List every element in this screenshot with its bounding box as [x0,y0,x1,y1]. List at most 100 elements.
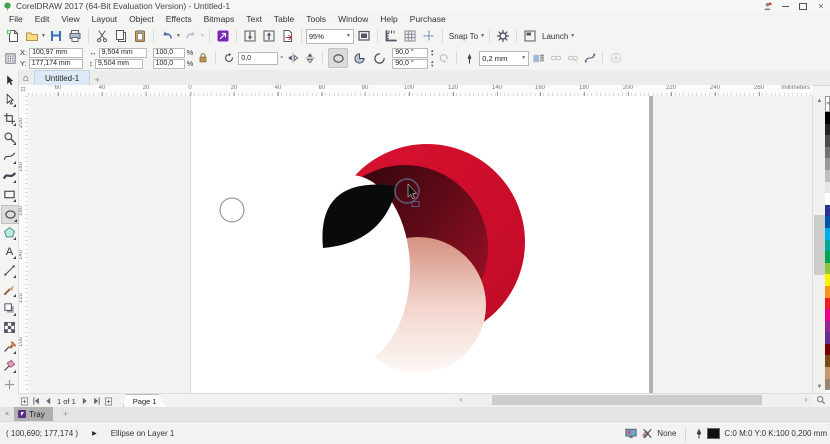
color-eyedropper-tool[interactable] [1,338,17,355]
transparency-tool[interactable] [1,319,17,336]
launch-button[interactable]: Launch [542,32,568,41]
scale-y-field[interactable]: 100,0 [152,58,185,69]
horizontal-scrollbar-thumb[interactable] [492,395,762,405]
search-content-icon[interactable] [214,27,232,45]
artistic-media-tool[interactable] [1,167,17,184]
restore-button[interactable] [794,1,812,11]
connector-tool[interactable] [1,281,17,298]
color-swatch[interactable] [825,239,830,252]
color-palette[interactable]: ✕ [825,96,830,393]
freehand-tool[interactable] [1,148,17,165]
outline-color-swatch[interactable] [707,428,721,439]
wrap-text-icon[interactable] [531,50,546,66]
undo-dropdown-icon[interactable]: ▼ [176,33,181,39]
details-arrow-icon[interactable]: ▶ [92,430,97,437]
export-icon[interactable] [260,27,278,45]
color-swatch[interactable] [825,320,830,333]
menu-item-tools[interactable]: Tools [300,13,332,25]
import-icon[interactable] [241,27,259,45]
color-swatch[interactable] [825,227,830,240]
options-gear-icon[interactable] [494,27,512,45]
minimize-button[interactable] [776,1,794,11]
new-document-tab-button[interactable]: + [90,75,104,85]
tray-add-icon[interactable]: + [63,409,68,419]
color-swatch[interactable] [825,146,830,159]
arc-end-angle-field[interactable]: 90,0 ° [392,58,429,69]
new-document-icon[interactable] [4,27,22,45]
redo-icon[interactable] [182,27,200,45]
print-icon[interactable] [66,27,84,45]
zoom-tool[interactable] [1,129,17,146]
zoom-level-combobox[interactable]: 95% ▼ [305,28,354,44]
menu-item-layout[interactable]: Layout [86,13,124,25]
add-page-after-icon[interactable] [103,395,115,407]
vertical-scrollbar-thumb[interactable] [814,215,825,275]
undo-icon[interactable] [158,27,176,45]
publish-pdf-icon[interactable] [279,27,297,45]
drawing-canvas[interactable] [28,96,812,393]
color-swatch[interactable] [825,158,830,170]
x-position-field[interactable]: 100,97 mm [29,47,84,58]
color-swatch[interactable] [825,309,830,321]
color-swatch[interactable] [825,378,830,391]
show-grid-icon[interactable] [401,27,419,45]
menu-item-table[interactable]: Table [268,13,300,25]
no-color-swatch[interactable]: ✕ [825,96,830,112]
open-dropdown-icon[interactable]: ▼ [41,33,46,39]
arc-mode-button[interactable] [370,49,388,67]
color-swatch[interactable] [825,274,830,286]
redo-dropdown-icon[interactable]: ▼ [200,33,205,39]
previous-page-icon[interactable] [42,395,54,407]
snap-to-button[interactable]: Snap To [449,32,478,41]
convert-to-curves-icon[interactable] [582,50,597,66]
page-1-tab[interactable]: Page 1 [123,394,167,408]
next-page-icon[interactable] [79,395,91,407]
color-swatch[interactable] [825,355,830,368]
color-swatch[interactable] [825,285,830,298]
color-swatch[interactable] [825,135,830,147]
interactive-fill-tool[interactable] [1,357,17,374]
tray-close-icon[interactable]: × [0,411,14,418]
color-settings-icon[interactable] [625,428,637,439]
color-swatch[interactable] [825,204,830,217]
paste-icon[interactable] [131,27,149,45]
horizontal-scrollbar[interactable]: ‹ › [455,394,812,406]
dimension-tool[interactable] [1,262,17,279]
shape-tool[interactable] [1,91,17,108]
show-guidelines-icon[interactable] [420,27,438,45]
menu-item-file[interactable]: File [3,13,29,25]
customize-toolbox-button[interactable] [1,376,17,393]
launch-icon[interactable] [521,27,539,45]
close-button[interactable]: × [812,1,830,11]
color-swatch[interactable] [825,251,830,263]
ellipse-tool[interactable] [1,205,19,224]
rotation-angle-field[interactable]: 0,0 [238,51,279,65]
outline-pen-status-icon[interactable] [695,428,703,439]
polygon-tool[interactable] [1,224,17,241]
first-page-icon[interactable] [30,395,42,407]
text-tool[interactable]: A [1,243,17,260]
full-screen-preview-icon[interactable] [355,27,373,45]
save-icon[interactable] [47,27,65,45]
cut-icon[interactable] [93,27,111,45]
color-swatch[interactable] [825,367,830,379]
pie-mode-button[interactable] [350,49,368,67]
arc-start-spinner[interactable]: ▲ ▼ [430,48,434,57]
menu-item-object[interactable]: Object [123,13,160,25]
color-swatch[interactable] [825,123,830,136]
color-swatch[interactable] [825,193,830,205]
snap-to-dropdown-icon[interactable]: ▼ [480,33,485,39]
launch-dropdown-icon[interactable]: ▼ [570,33,575,39]
scroll-left-icon[interactable]: ‹ [455,394,467,406]
rectangle-tool[interactable] [1,186,17,203]
lock-ratio-icon[interactable] [195,50,210,66]
menu-item-purchase[interactable]: Purchase [404,13,452,25]
menu-item-text[interactable]: Text [240,13,268,25]
pick-tool[interactable] [1,72,17,89]
menu-item-effects[interactable]: Effects [160,13,198,25]
object-height-field[interactable]: 9,504 mm [94,58,143,69]
drop-shadow-tool[interactable] [1,300,17,317]
color-swatch[interactable] [825,181,830,194]
y-position-field[interactable]: 177,174 mm [28,58,83,69]
zoom-tool-corner-icon[interactable] [812,393,830,407]
